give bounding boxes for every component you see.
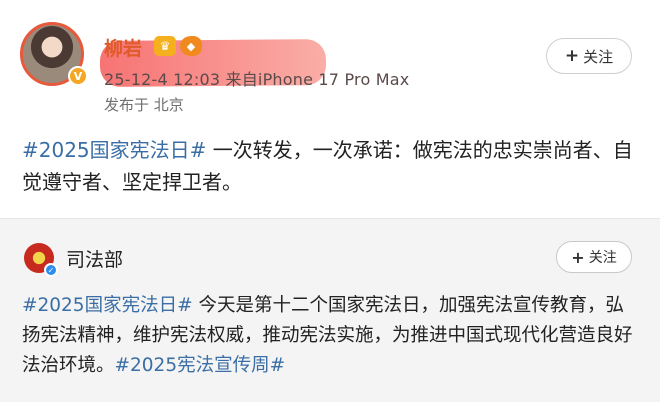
weibo-post: V 柳岩 ♛ ◆ 25-12-4 12:03 来自iPhone 17 Pro M… <box>0 0 660 218</box>
follow-label: 关注 <box>583 47 614 66</box>
vip-crown-icon: ♛ <box>154 36 176 56</box>
verified-blue-icon: ✓ <box>44 263 58 277</box>
avatar[interactable]: V <box>20 22 88 88</box>
post-timestamp-source: 25-12-4 12:03 来自iPhone 17 Pro Max <box>104 70 410 89</box>
hashtag-link[interactable]: #2025国家宪法日# <box>22 295 193 316</box>
repost-body: #2025国家宪法日# 今天是第十二个国家宪法日，加强宪法宣传教育，弘扬宪法精神… <box>22 291 642 381</box>
follow-button[interactable]: + 关注 <box>546 38 632 74</box>
post-body: #2025国家宪法日# 一次转发，一次承诺：做宪法的忠实崇尚者、自觉遵守者、坚定… <box>22 134 642 198</box>
reposted-card[interactable]: ✓ 司法部 + 关注 #2025国家宪法日# 今天是第十二个国家宪法日，加强宪法… <box>0 218 660 402</box>
fish-badge-icon: ◆ <box>180 36 202 56</box>
org-name[interactable]: 司法部 <box>66 245 123 272</box>
username[interactable]: 柳岩 <box>104 34 142 61</box>
follow-label: 关注 <box>588 250 617 266</box>
verified-icon: V <box>68 66 88 86</box>
post-location: 发布于 北京 <box>104 96 184 114</box>
plus-icon: + <box>564 46 580 66</box>
hashtag-link[interactable]: #2025宪法宣传周# <box>115 355 286 376</box>
plus-icon: + <box>571 247 585 267</box>
follow-org-button[interactable]: + 关注 <box>556 241 632 273</box>
hashtag-link[interactable]: #2025国家宪法日# <box>22 138 206 162</box>
